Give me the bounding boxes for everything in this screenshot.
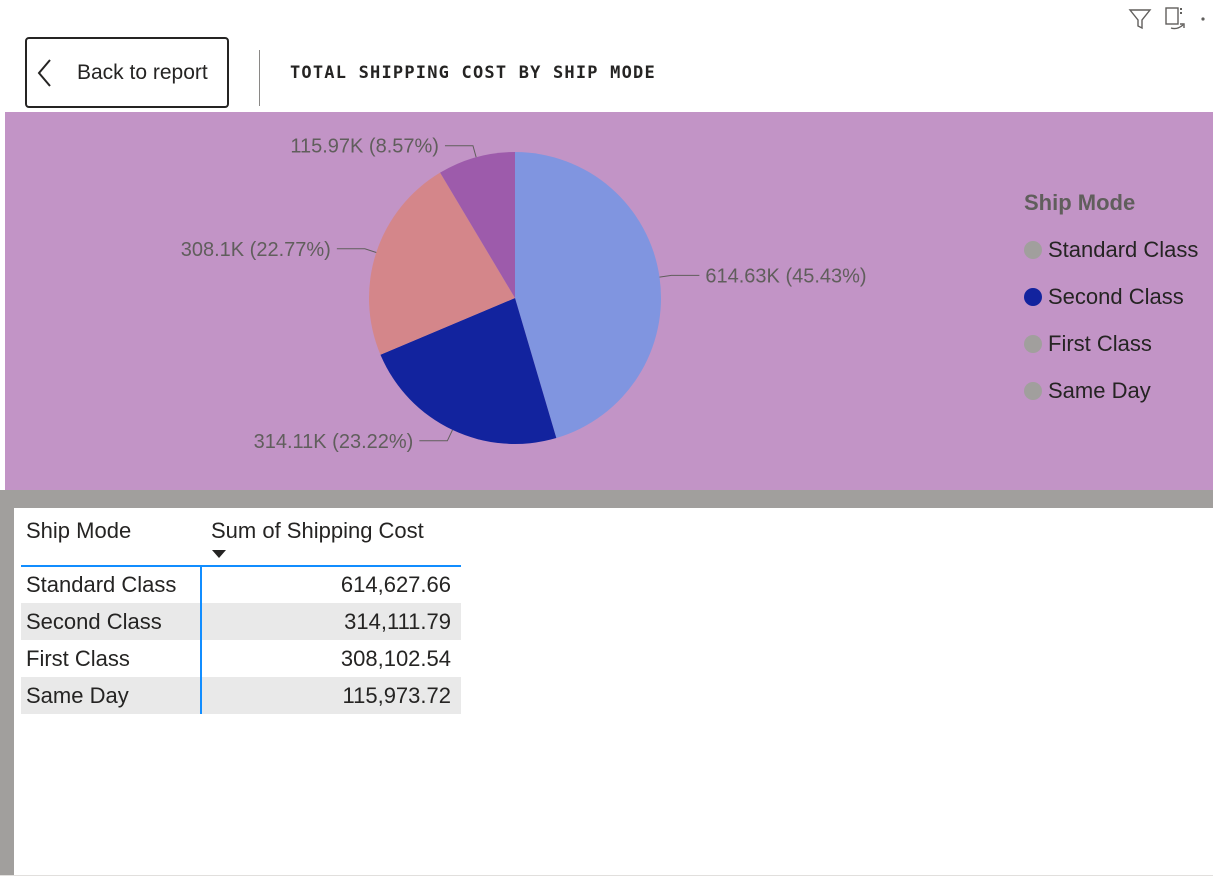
table-cell-shipping-cost: 308,102.54 (340, 646, 451, 671)
focus-mode-divider (0, 490, 1213, 508)
data-label: 308.1K (22.77%) (181, 239, 331, 261)
leader-line (336, 248, 377, 254)
table-row[interactable]: Second Class 314,111.79 (21, 603, 461, 640)
table-row[interactable]: Standard Class 614,627.66 (21, 566, 461, 603)
leader-line (659, 274, 700, 278)
table-header-underline (21, 565, 461, 567)
chart-legend: Ship Mode Standard Class Second Class Fi… (1024, 190, 1198, 414)
legend-dot-icon (1024, 334, 1042, 353)
legend-label: Same Day (1048, 377, 1151, 403)
legend-dot-icon (1024, 240, 1042, 259)
legend-dot-icon (1024, 381, 1042, 400)
back-to-report-label: Back to report (77, 60, 208, 84)
legend-label: Second Class (1048, 283, 1184, 309)
data-label: 115.97K (8.57%) (290, 136, 439, 158)
legend-label: First Class (1048, 330, 1152, 356)
legend-dot-icon (1024, 287, 1042, 306)
sort-descending-icon (212, 550, 226, 558)
table-row[interactable]: First Class 308,102.54 (21, 640, 461, 677)
legend-item-first-class[interactable]: First Class (1024, 320, 1198, 367)
column-header-label: Sum of Shipping Cost (211, 518, 424, 543)
table-row[interactable]: Same Day 115,973.72 (21, 677, 461, 714)
leader-line (419, 429, 453, 442)
chevron-left-icon (37, 58, 51, 87)
legend-item-same-day[interactable]: Same Day (1024, 367, 1198, 414)
data-label: 614.63K (45.43%) (705, 265, 866, 287)
data-label: 314.11K (23.22%) (254, 431, 414, 453)
back-to-report-button[interactable]: Back to report (25, 37, 229, 108)
column-header-sum-of-shipping-cost[interactable]: Sum of Shipping Cost (204, 508, 461, 566)
data-table: Ship Mode Sum of Shipping Cost Standard … (21, 508, 461, 714)
legend-item-standard-class[interactable]: Standard Class (1024, 226, 1198, 273)
more-options-icon[interactable] (1199, 6, 1207, 32)
table-cell-shipping-cost: 115,973.72 (342, 683, 451, 708)
table-cell-ship-mode: First Class (21, 640, 202, 677)
header-divider (259, 50, 260, 106)
legend-label: Standard Class (1048, 236, 1199, 262)
table-header: Ship Mode Sum of Shipping Cost (21, 508, 461, 566)
focus-mode-gutter (0, 490, 14, 876)
table-cell-ship-mode: Standard Class (21, 566, 202, 603)
pie-chart: 614.63K (45.43%) 314.11K (23.22%) 308.1K (… (181, 136, 867, 453)
table-cell-ship-mode: Second Class (21, 603, 202, 640)
table-cell-shipping-cost: 314,111.79 (344, 609, 451, 634)
pie-chart-visual[interactable]: 614.63K (45.43%) 314.11K (23.22%) 308.1K (… (5, 112, 1213, 490)
leader-line (444, 145, 477, 158)
data-table-panel: Ship Mode Sum of Shipping Cost Standard … (14, 508, 1213, 876)
visual-header-icons (1127, 4, 1213, 34)
legend-title: Ship Mode (1024, 190, 1136, 215)
visual-header: Back to report TOTAL SHIPPING COST BY SH… (0, 0, 1213, 112)
visual-title: TOTAL SHIPPING COST BY SHIP MODE (290, 63, 656, 83)
legend-item-second-class[interactable]: Second Class (1024, 273, 1198, 320)
table-cell-shipping-cost: 614,627.66 (340, 572, 451, 597)
filter-icon[interactable] (1127, 6, 1153, 32)
column-header-ship-mode[interactable]: Ship Mode (21, 508, 204, 566)
focus-mode-icon[interactable] (1163, 6, 1189, 32)
table-cell-ship-mode: Same Day (21, 677, 202, 714)
